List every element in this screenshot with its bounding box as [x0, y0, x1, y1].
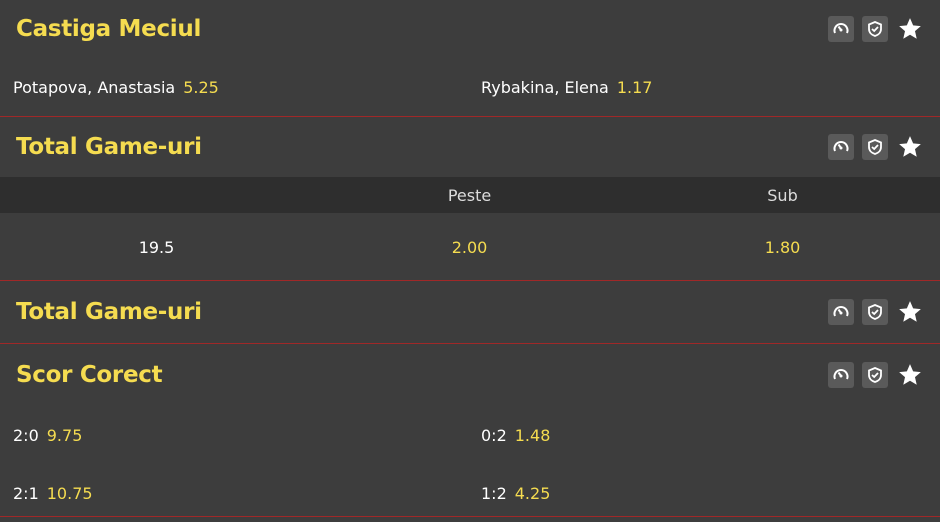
market-icons [828, 133, 924, 161]
column-over: Peste [447, 185, 492, 205]
odd-value: 5.25 [183, 77, 219, 97]
line-value: 19.5 [138, 237, 175, 257]
odd-value: 1.48 [514, 425, 551, 445]
market-correct-score: Scor Corect 2:0 9.75 0:2 1.48 2:1 10.75 [0, 344, 940, 517]
market-header[interactable]: Total Game-uri [0, 281, 940, 343]
speedometer-icon[interactable] [828, 134, 854, 160]
score-outcome-right[interactable]: 1:2 4.25 [468, 484, 936, 503]
shield-check-icon[interactable] [862, 134, 888, 160]
score-row: 2:1 10.75 1:2 4.25 [0, 464, 940, 522]
market-total-games: Total Game-uri Peste Sub 19.5 2.00 1.80 [0, 117, 940, 281]
odd-value: 9.75 [46, 425, 83, 445]
market-icons [828, 15, 924, 43]
odd-value: 10.75 [46, 483, 93, 503]
player-name: Potapova, Anastasia [13, 77, 176, 97]
score-row: 2:0 9.75 0:2 1.48 [0, 406, 940, 464]
shield-check-icon[interactable] [862, 299, 888, 325]
speedometer-icon[interactable] [828, 299, 854, 325]
odd-value: 4.25 [514, 483, 551, 503]
market-title: Scor Corect [16, 362, 163, 388]
speedometer-icon[interactable] [828, 362, 854, 388]
shield-check-icon[interactable] [862, 362, 888, 388]
score-label: 1:2 [481, 483, 507, 503]
star-icon[interactable] [896, 133, 924, 161]
score-label: 2:0 [13, 425, 39, 445]
star-icon[interactable] [896, 361, 924, 389]
market-title: Total Game-uri [16, 134, 202, 160]
over-odd[interactable]: 2.00 [313, 238, 626, 257]
market-title: Castiga Meciul [16, 16, 202, 42]
market-winner: Castiga Meciul Potapova, Anastasia 5.25 … [0, 0, 940, 117]
star-icon[interactable] [896, 15, 924, 43]
score-outcome-left[interactable]: 2:1 10.75 [0, 484, 468, 503]
market-title: Total Game-uri [16, 299, 202, 325]
score-label: 0:2 [481, 425, 507, 445]
star-icon[interactable] [896, 298, 924, 326]
speedometer-icon[interactable] [828, 16, 854, 42]
score-outcome-right[interactable]: 0:2 1.48 [468, 426, 936, 445]
odd-value: 1.17 [616, 77, 653, 97]
market-header[interactable]: Scor Corect [0, 344, 940, 406]
market-icons [828, 298, 924, 326]
outcome-away[interactable]: Rybakina, Elena 1.17 [468, 78, 936, 97]
market-header[interactable]: Castiga Meciul [0, 0, 940, 58]
total-row: 19.5 2.00 1.80 [0, 213, 940, 281]
outcome-row: Potapova, Anastasia 5.25 Rybakina, Elena… [0, 58, 940, 116]
outcome-home[interactable]: Potapova, Anastasia 5.25 [0, 78, 468, 97]
under-odd[interactable]: 1.80 [626, 238, 939, 257]
score-label: 2:1 [13, 483, 39, 503]
market-total-games-2: Total Game-uri [0, 281, 940, 344]
column-header-row: Peste Sub [0, 177, 940, 213]
market-header[interactable]: Total Game-uri [0, 117, 940, 177]
player-name: Rybakina, Elena [481, 77, 609, 97]
market-icons [828, 361, 924, 389]
shield-check-icon[interactable] [862, 16, 888, 42]
column-under: Sub [767, 185, 798, 205]
score-outcome-left[interactable]: 2:0 9.75 [0, 426, 468, 445]
